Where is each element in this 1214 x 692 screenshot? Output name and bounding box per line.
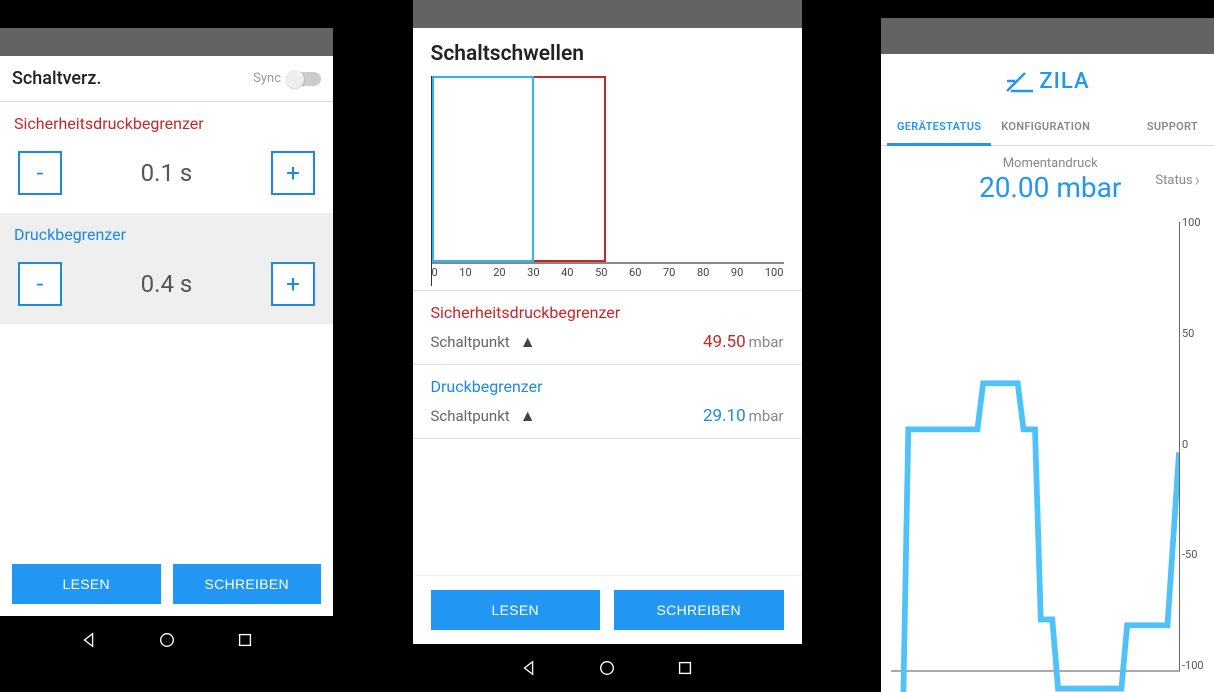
- arrow-up-icon: ▲: [520, 332, 536, 352]
- page-title: Schaltverz.: [12, 68, 101, 89]
- section-title-limiter: Druckbegrenzer: [14, 225, 319, 244]
- status-bar: [0, 28, 333, 56]
- threshold-value-limiter: 29.10: [703, 406, 746, 426]
- current-pressure-value: 20.00 mbar: [945, 171, 1155, 204]
- threshold-chart: 0102030405060708090100: [413, 76, 802, 290]
- write-button[interactable]: SCHREIBEN: [173, 564, 322, 604]
- sync-label: Sync: [253, 71, 281, 86]
- android-navbar: [0, 616, 333, 664]
- section-title-limiter: Druckbegrenzer: [431, 377, 784, 396]
- sync-toggle[interactable]: [287, 72, 321, 86]
- pressure-chart: 100500-50-100: [891, 216, 1208, 692]
- threshold-row-limiter[interactable]: Schaltpunkt ▲ 29.10mbar: [431, 406, 784, 426]
- decrement-button[interactable]: -: [18, 262, 62, 306]
- nav-back-icon[interactable]: [80, 631, 98, 649]
- threshold-value-safety: 49.50: [703, 332, 746, 352]
- threshold-label: Schaltpunkt: [431, 333, 510, 351]
- delay-value-limiter: 0.4 s: [141, 270, 193, 298]
- android-navbar: [413, 644, 802, 692]
- tab-device-status[interactable]: GERÄTESTATUS: [887, 108, 991, 146]
- nav-home-icon[interactable]: [598, 659, 616, 677]
- read-button[interactable]: LESEN: [12, 564, 161, 604]
- chevron-right-icon: ›: [1195, 170, 1200, 191]
- brand-logo: ZILA: [881, 54, 1214, 108]
- nav-recent-icon[interactable]: [236, 631, 254, 649]
- increment-button[interactable]: +: [271, 151, 315, 195]
- page-title: Schaltschwellen: [413, 28, 802, 76]
- decrement-button[interactable]: -: [18, 151, 62, 195]
- threshold-row-safety[interactable]: Schaltpunkt ▲ 49.50mbar: [431, 332, 784, 352]
- arrow-up-icon: ▲: [520, 406, 536, 426]
- current-pressure-label: Momentandruck: [945, 156, 1155, 171]
- nav-back-icon[interactable]: [520, 659, 538, 677]
- threshold-label: Schaltpunkt: [431, 407, 510, 425]
- status-bar: [881, 18, 1214, 54]
- section-title-safety: Sicherheitsdruckbegrenzer: [431, 303, 784, 322]
- nav-recent-icon[interactable]: [676, 659, 694, 677]
- section-title-safety: Sicherheitsdruckbegrenzer: [14, 114, 319, 133]
- tab-configuration[interactable]: KONFIGURATION: [991, 108, 1100, 145]
- status-bar: [413, 0, 802, 28]
- tab-support[interactable]: SUPPORT: [1137, 108, 1208, 145]
- status-link[interactable]: Status ›: [1155, 170, 1200, 191]
- increment-button[interactable]: +: [271, 262, 315, 306]
- delay-value-safety: 0.1 s: [141, 159, 193, 187]
- nav-home-icon[interactable]: [158, 631, 176, 649]
- write-button[interactable]: SCHREIBEN: [614, 590, 784, 630]
- read-button[interactable]: LESEN: [431, 590, 601, 630]
